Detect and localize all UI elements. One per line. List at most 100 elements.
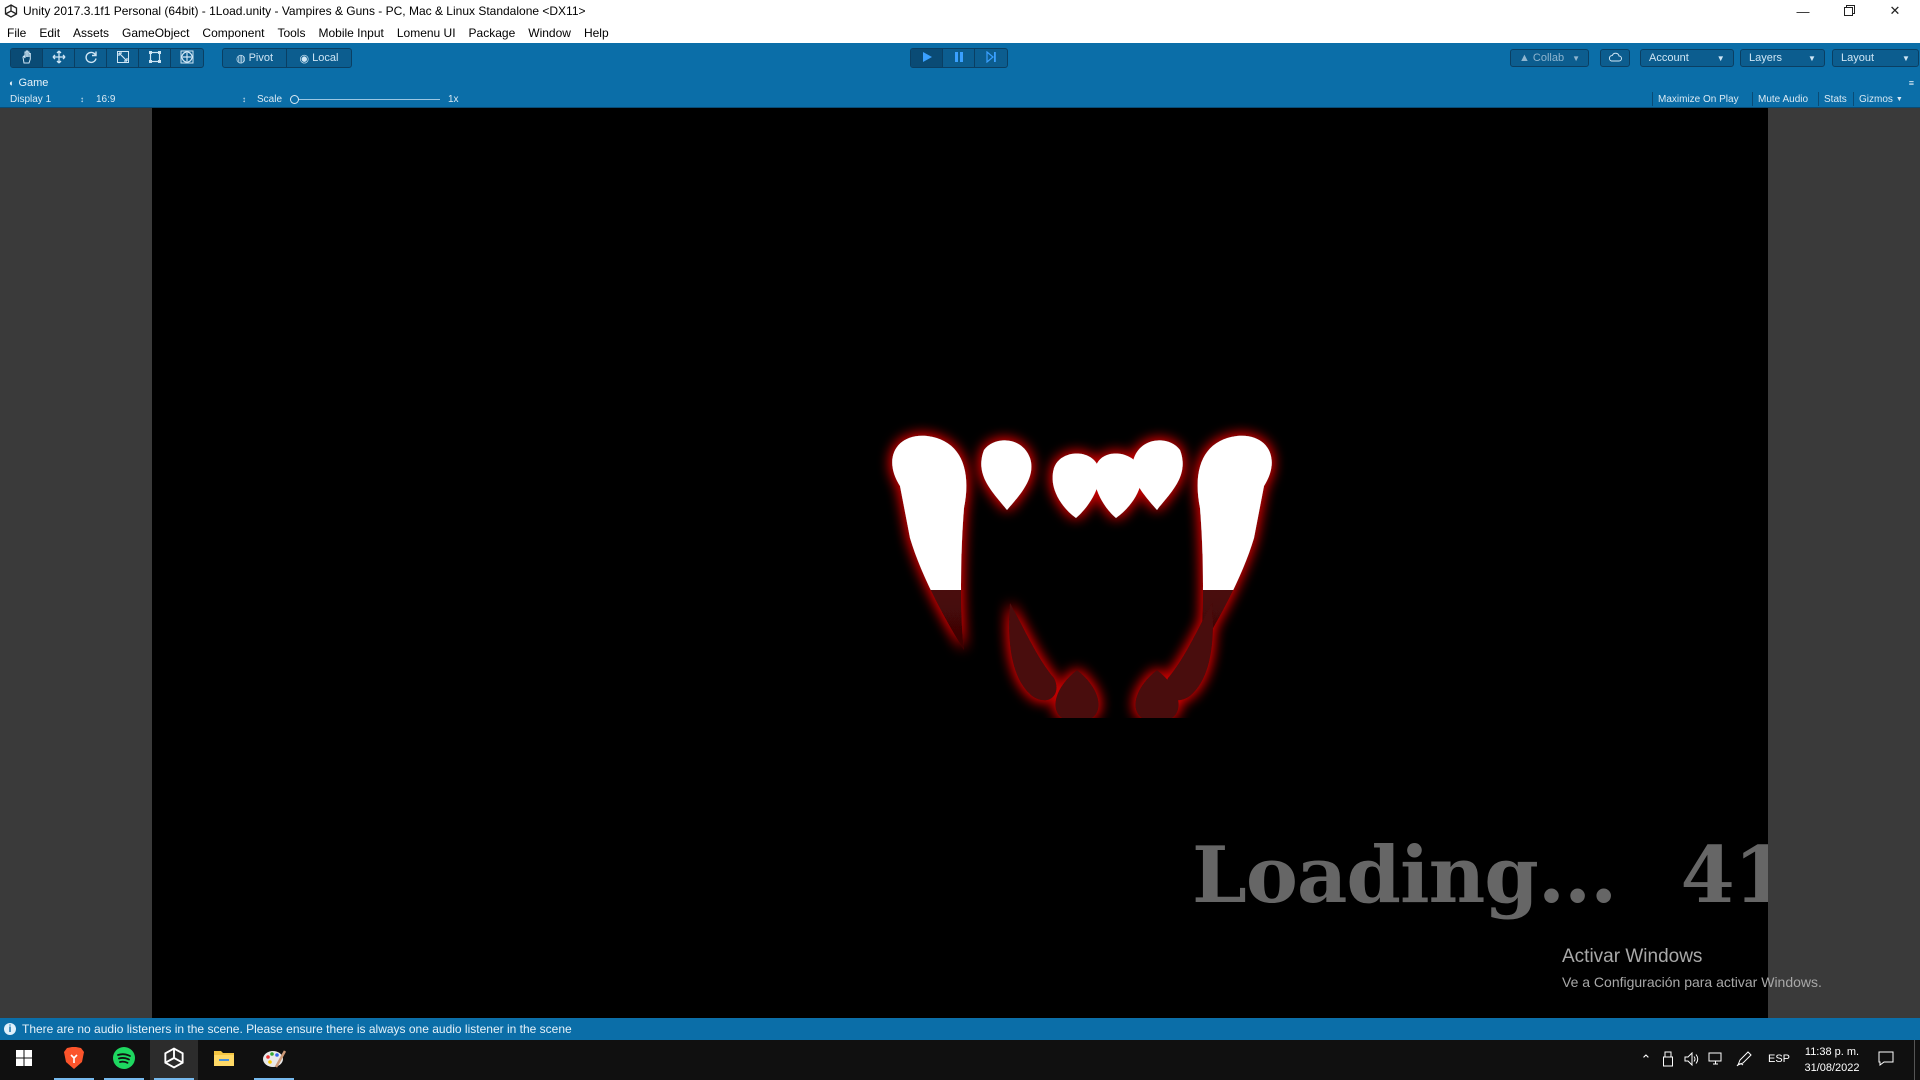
collab-label: Collab <box>1532 52 1565 64</box>
cloud-button[interactable] <box>1600 49 1630 67</box>
usb-tray-button[interactable] <box>1658 1050 1678 1070</box>
scale-tool-button[interactable] <box>107 49 139 67</box>
loading-indicator: Loading... 41% <box>1192 830 1768 921</box>
console-status-bar[interactable]: i There are no audio listeners in the sc… <box>0 1018 1920 1040</box>
menu-file[interactable]: File <box>7 26 26 40</box>
gizmos-dropdown[interactable]: Gizmos ▼ <box>1853 92 1908 106</box>
action-center-button[interactable] <box>1876 1050 1896 1070</box>
transform-icon <box>180 50 194 67</box>
play-button[interactable] <box>911 49 943 67</box>
gizmos-label: Gizmos <box>1859 93 1893 105</box>
pivot-icon: ◍ <box>235 52 246 65</box>
show-hidden-icons-button[interactable]: ⌃ <box>1636 1050 1656 1070</box>
taskbar-spotify[interactable] <box>100 1040 148 1080</box>
windows-activation-watermark: Activar Windows Ve a Configuración para … <box>1562 946 1822 990</box>
game-view[interactable]: Loading... 41% <box>0 108 1920 1018</box>
slider-track <box>290 99 440 100</box>
menu-edit[interactable]: Edit <box>39 26 60 40</box>
rect-tool-button[interactable] <box>139 49 171 67</box>
local-label: Local <box>312 52 339 64</box>
rect-transform-icon <box>148 50 162 67</box>
dropdown-arrow-icon: ↕ <box>242 95 246 104</box>
windows-taskbar: ⌃ ESP 11:38 p. m. 31/08/2022 <box>0 1040 1920 1080</box>
menu-assets[interactable]: Assets <box>73 26 109 40</box>
globe-icon: ◉ <box>299 52 310 65</box>
slider-thumb[interactable] <box>290 95 299 104</box>
pivot-label: Pivot <box>248 52 274 64</box>
menu-tools[interactable]: Tools <box>277 26 305 40</box>
layout-dropdown[interactable]: Layout ▼ <box>1832 49 1919 67</box>
account-dropdown[interactable]: Account ▼ <box>1640 49 1734 67</box>
menu-component[interactable]: Component <box>202 26 264 40</box>
menu-gameobject[interactable]: GameObject <box>122 26 189 40</box>
pivot-button[interactable]: ◍ Pivot <box>223 49 287 67</box>
hand-tool-button[interactable] <box>11 49 43 67</box>
dropdown-arrow-icon: ▼ <box>1572 53 1580 63</box>
volume-icon <box>1684 1051 1700 1069</box>
clock[interactable]: 11:38 p. m. 31/08/2022 <box>1800 1044 1864 1076</box>
title-bar: Unity 2017.3.1f1 Personal (64bit) - 1Loa… <box>0 0 1920 22</box>
activate-title: Activar Windows <box>1562 946 1703 967</box>
close-button[interactable]: ✕ <box>1872 0 1918 22</box>
tab-menu-icon[interactable]: ≡ <box>1909 78 1914 88</box>
taskbar-brave[interactable] <box>50 1040 98 1080</box>
menu-lomenu-ui[interactable]: Lomenu UI <box>397 26 456 40</box>
game-view-toolbar: Display 1 ↕ 16:9 ↕ Scale 1x Maximize On … <box>0 90 1920 108</box>
rotate-tool-button[interactable] <box>75 49 107 67</box>
game-tab-label: Game <box>18 76 49 89</box>
move-arrows-icon <box>52 50 66 67</box>
restore-button[interactable] <box>1826 0 1872 22</box>
window-title: Unity 2017.3.1f1 Personal (64bit) - 1Loa… <box>23 4 586 18</box>
collab-button[interactable]: ▲ Collab ▼ <box>1510 49 1589 67</box>
info-icon: i <box>4 1023 16 1035</box>
pause-icon <box>953 51 965 66</box>
rotate-icon <box>84 50 98 67</box>
pen-workspace-button[interactable] <box>1734 1050 1754 1070</box>
menu-window[interactable]: Window <box>528 26 571 40</box>
scale-slider[interactable] <box>290 93 440 106</box>
notification-icon <box>1878 1051 1894 1069</box>
aspect-dropdown[interactable]: 16:9 ↕ <box>96 93 246 106</box>
taskbar-file-explorer[interactable] <box>200 1040 248 1080</box>
usb-icon <box>1663 1051 1673 1070</box>
menu-bar: File Edit Assets GameObject Component To… <box>0 22 1920 43</box>
paint-icon <box>262 1047 287 1074</box>
volume-button[interactable] <box>1682 1050 1702 1070</box>
spotify-icon <box>112 1046 136 1075</box>
activate-subtitle: Ve a Configuración para activar Windows. <box>1562 974 1822 990</box>
scale-icon <box>116 50 130 67</box>
local-button[interactable]: ◉ Local <box>287 49 351 67</box>
mute-audio-toggle[interactable]: Mute Audio <box>1752 92 1813 106</box>
show-desktop-button[interactable] <box>1914 1040 1915 1080</box>
menu-help[interactable]: Help <box>584 26 609 40</box>
close-icon: ✕ <box>1889 3 1901 18</box>
layers-label: Layers <box>1749 52 1783 64</box>
start-icon <box>16 1049 32 1071</box>
game-screen: Loading... 41% <box>152 108 1768 1018</box>
transform-tools <box>10 48 204 68</box>
taskbar-unity[interactable] <box>150 1040 198 1080</box>
restore-icon <box>1843 4 1855 19</box>
input-language-indicator[interactable]: ESP <box>1768 1053 1790 1065</box>
layers-dropdown[interactable]: Layers ▼ <box>1740 49 1825 67</box>
transform-tool-button[interactable] <box>171 49 203 67</box>
pause-button[interactable] <box>943 49 975 67</box>
move-tool-button[interactable] <box>43 49 75 67</box>
display-dropdown[interactable]: Display 1 ↕ <box>10 93 84 106</box>
vampire-fangs-image <box>892 435 1272 718</box>
account-label: Account <box>1649 52 1689 64</box>
pen-icon <box>1736 1050 1752 1070</box>
stats-toggle[interactable]: Stats <box>1818 92 1852 106</box>
minimize-button[interactable]: — <box>1780 0 1826 22</box>
loading-percent: 41% <box>1680 830 1768 921</box>
menu-package[interactable]: Package <box>469 26 516 40</box>
menu-mobile-input[interactable]: Mobile Input <box>318 26 383 40</box>
start-button[interactable] <box>0 1040 48 1080</box>
network-button[interactable] <box>1706 1050 1726 1070</box>
taskbar-paint[interactable] <box>250 1040 298 1080</box>
maximize-on-play-toggle[interactable]: Maximize On Play <box>1652 92 1744 106</box>
step-icon <box>985 50 997 66</box>
loading-text: Loading... <box>1192 830 1617 921</box>
step-button[interactable] <box>975 49 1007 67</box>
game-tab[interactable]: ◐ Game ≡ <box>0 75 1920 90</box>
